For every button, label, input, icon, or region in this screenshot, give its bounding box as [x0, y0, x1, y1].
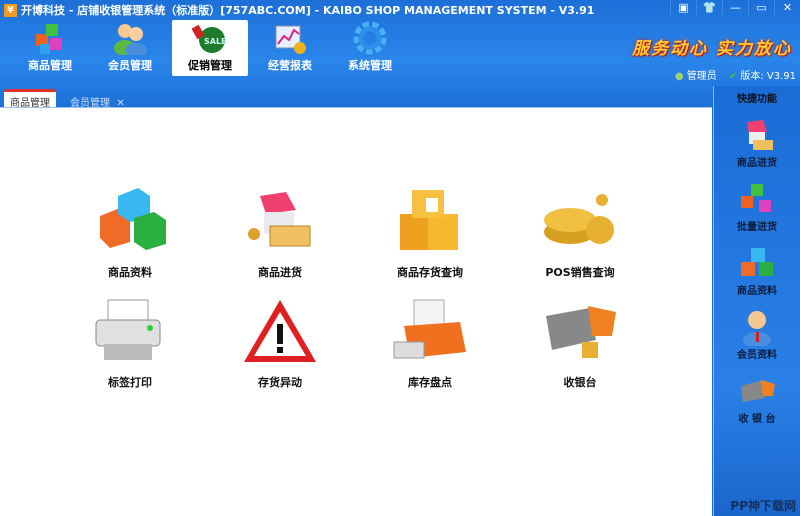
user-status: ● 管理员 [674, 71, 717, 82]
item-stock-query[interactable]: 商品存货查询 [360, 186, 500, 280]
users-icon [114, 24, 147, 55]
cubes-icon [100, 188, 166, 250]
quick-batch-purchase[interactable]: 批量进货 [714, 177, 800, 233]
nav-members[interactable]: 会员管理 [92, 20, 168, 76]
user-icon: ● [674, 71, 684, 82]
cash-register-icon [546, 306, 616, 358]
gear-icon [353, 21, 387, 55]
nav-promotion[interactable]: SALE 促销管理 [172, 20, 248, 76]
coins-icon [544, 194, 614, 244]
slogan: 服务动心 实力放心 [632, 39, 792, 59]
minimize-button[interactable]: — [722, 0, 748, 16]
close-button[interactable]: ✕ [774, 0, 800, 16]
item-goods-info[interactable]: 商品资料 [60, 186, 200, 280]
boxes-icon [400, 190, 458, 250]
main-nav: 商品管理 会员管理 SALE 促销管理 经营报表 系统管理 [12, 20, 408, 76]
cubes-icon [741, 248, 773, 276]
nav-system[interactable]: 系统管理 [332, 20, 408, 76]
item-stock-change[interactable]: 存货异动 [210, 296, 350, 390]
status-bar: ● 管理员 ✔ 版本: V3.91 [675, 67, 796, 82]
cubes-icon [36, 24, 62, 54]
quick-panel: 快捷功能 商品进货 批量进货 商品资料 会员资料 收 银 台 [713, 86, 800, 516]
maximize-button[interactable]: ▭ [748, 0, 774, 16]
quick-goods-info[interactable]: 商品资料 [714, 241, 800, 297]
house-money-icon [747, 120, 773, 150]
svg-text:SALE: SALE [204, 37, 227, 46]
quick-cashier[interactable]: 收 银 台 [714, 369, 800, 425]
header: ¥ 开博科技 - 店铺收银管理系统（标准版）[757ABC.COM] - KAIB… [0, 0, 800, 111]
file-drawer-icon [393, 299, 466, 359]
user-icon [743, 311, 771, 346]
nav-reports[interactable]: 经营报表 [252, 20, 328, 76]
nav-goods[interactable]: 商品管理 [12, 20, 88, 76]
item-inventory-check[interactable]: 库存盘点 [360, 296, 500, 390]
watermark: PP神下载网 [730, 499, 796, 513]
check-icon: ✔ [728, 71, 738, 82]
chart-icon [275, 25, 306, 54]
skin-button[interactable]: 👕 [696, 0, 722, 16]
item-goods-purchase[interactable]: 商品进货 [210, 186, 350, 280]
version-status: ✔ 版本: V3.91 [728, 71, 796, 82]
sale-ball-icon: SALE [192, 24, 227, 53]
quick-panel-title: 快捷功能 [737, 94, 777, 105]
app-icon: ¥ [4, 3, 17, 17]
window-controls: ▣ 👕 — ▭ ✕ [670, 0, 800, 16]
item-cashier[interactable]: 收银台 [510, 296, 650, 390]
quick-goods-purchase[interactable]: 商品进货 [714, 113, 800, 169]
warning-icon [244, 300, 316, 362]
window-title: ¥ 开博科技 - 店铺收银管理系统（标准版）[757ABC.COM] - KAIB… [4, 2, 594, 18]
house-money-icon [248, 192, 311, 247]
item-pos-sales-query[interactable]: POS销售查询 [510, 186, 650, 280]
quick-member-info[interactable]: 会员资料 [714, 305, 800, 361]
menu-button[interactable]: ▣ [670, 0, 696, 16]
cubes-icon [741, 184, 771, 212]
main-panel: 商品资料 商品进货 商品存货查询 POS销售查询 标签打印 存货异动 库存盘点 … [0, 107, 712, 516]
cash-register-icon [741, 380, 775, 402]
item-label-print[interactable]: 标签打印 [60, 296, 200, 390]
printer-icon [95, 299, 161, 360]
